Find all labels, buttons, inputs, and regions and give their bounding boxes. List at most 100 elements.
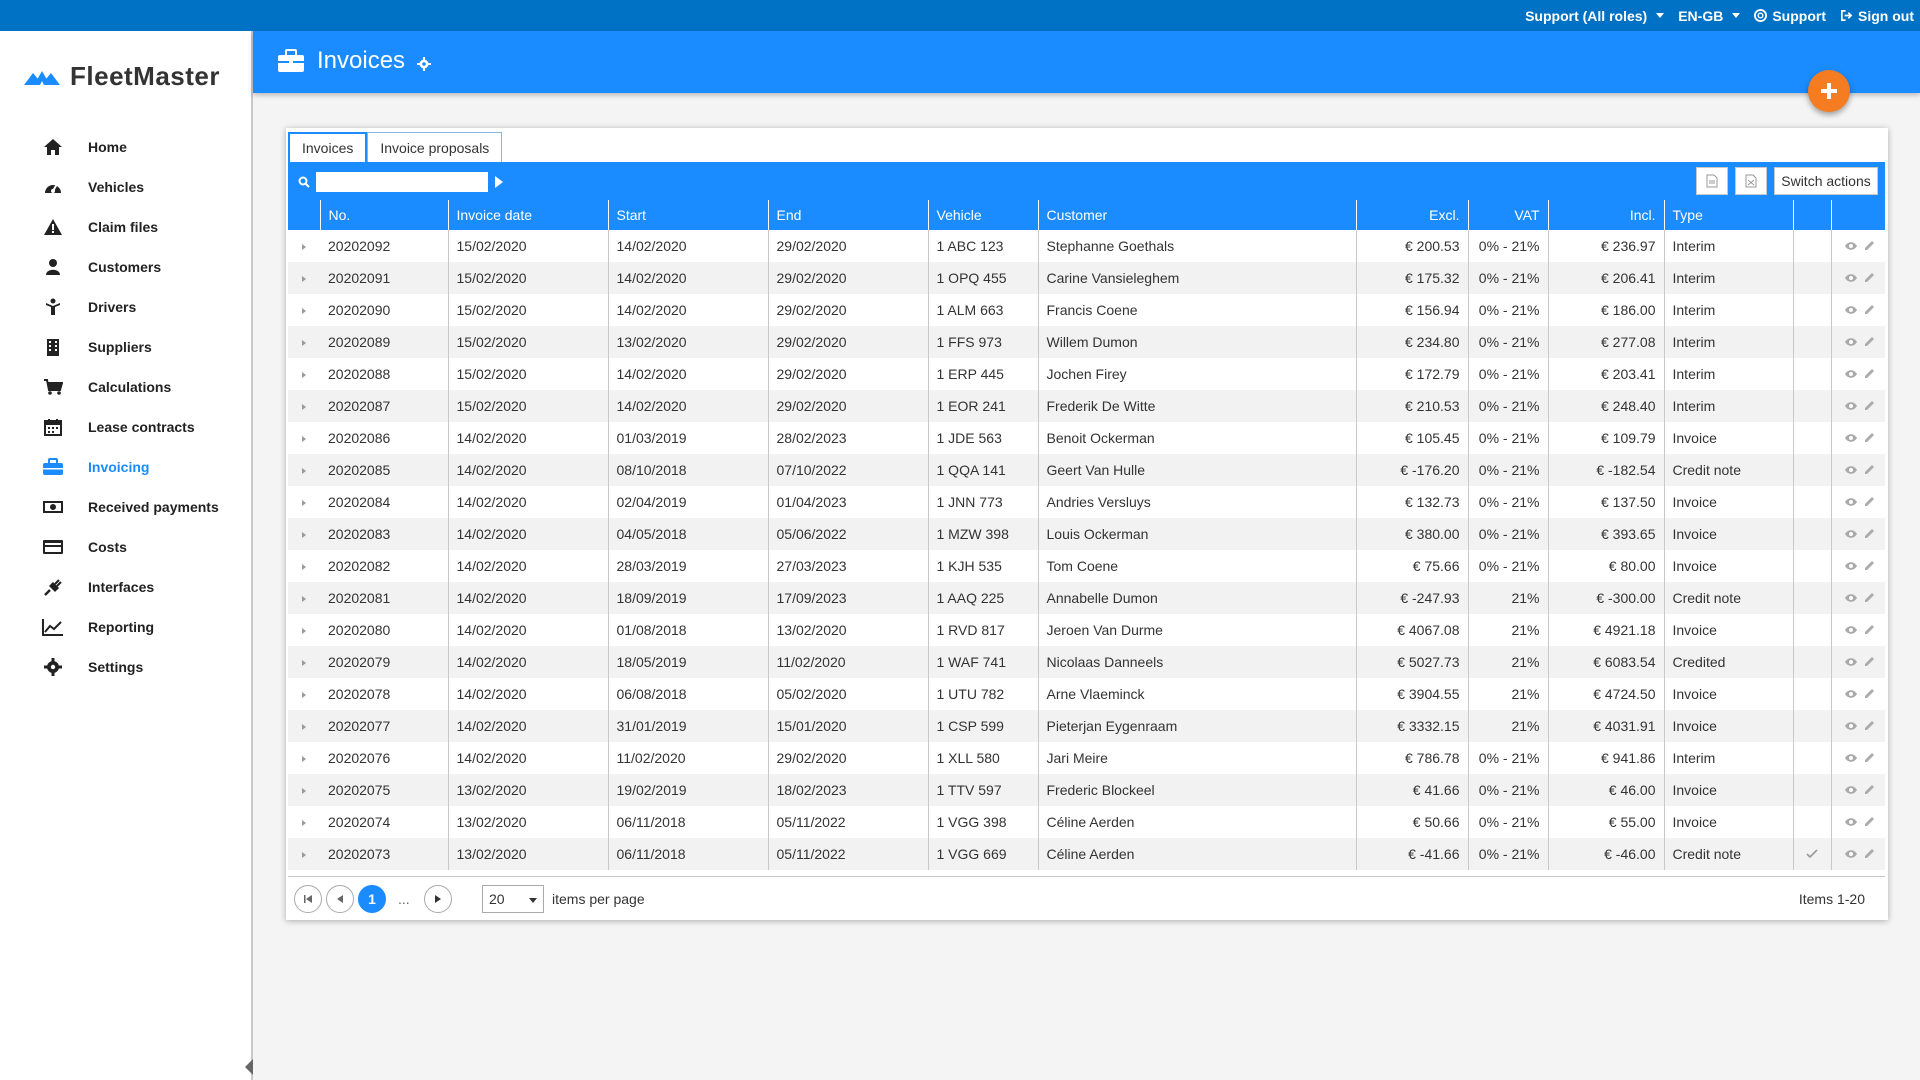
table-row[interactable]: 20202087 15/02/2020 14/02/2020 29/02/2020 1 …: [288, 390, 1885, 422]
table-row[interactable]: 20202086 14/02/2020 01/03/2019 28/02/2023 1 …: [288, 422, 1885, 454]
expand-row-button[interactable]: [288, 838, 320, 870]
column-header-excl[interactable]: Excl.: [1356, 200, 1469, 230]
view-icon[interactable]: [1844, 494, 1858, 510]
table-row[interactable]: 20202085 14/02/2020 08/10/2018 07/10/2022 1 …: [288, 454, 1885, 486]
expand-row-button[interactable]: [288, 262, 320, 294]
tab-invoices[interactable]: Invoices: [288, 132, 368, 162]
edit-icon[interactable]: [1864, 558, 1875, 574]
expand-row-button[interactable]: [288, 326, 320, 358]
view-icon[interactable]: [1844, 846, 1858, 862]
expand-row-button[interactable]: [288, 454, 320, 486]
view-icon[interactable]: [1844, 750, 1858, 766]
sidebar-item-interfaces[interactable]: Interfaces: [0, 567, 251, 607]
edit-icon[interactable]: [1864, 622, 1875, 638]
table-row[interactable]: 20202074 13/02/2020 06/11/2018 05/11/2022 1 …: [288, 806, 1885, 838]
view-icon[interactable]: [1844, 270, 1858, 286]
tab-invoice-proposals[interactable]: Invoice proposals: [367, 132, 503, 162]
language-dropdown[interactable]: EN-GB: [1678, 8, 1741, 24]
sidebar-item-costs[interactable]: Costs: [0, 527, 251, 567]
view-icon[interactable]: [1844, 814, 1858, 830]
edit-icon[interactable]: [1864, 750, 1875, 766]
expand-row-button[interactable]: [288, 774, 320, 806]
search-input[interactable]: [316, 172, 488, 192]
expand-row-button[interactable]: [288, 806, 320, 838]
expand-row-button[interactable]: [288, 422, 320, 454]
sidebar-item-lease-contracts[interactable]: Lease contracts: [0, 407, 251, 447]
expand-row-button[interactable]: [288, 614, 320, 646]
expand-row-button[interactable]: [288, 486, 320, 518]
expand-row-button[interactable]: [288, 710, 320, 742]
expand-row-button[interactable]: [288, 678, 320, 710]
edit-icon[interactable]: [1864, 846, 1875, 862]
sidebar-toggle[interactable]: [243, 1057, 253, 1077]
support-link[interactable]: Support: [1754, 8, 1826, 24]
column-header-customer[interactable]: Customer: [1038, 200, 1357, 230]
next-page-button[interactable]: [424, 885, 452, 913]
view-icon[interactable]: [1844, 526, 1858, 542]
logo[interactable]: FleetMaster: [24, 61, 220, 92]
edit-icon[interactable]: [1864, 654, 1875, 670]
view-icon[interactable]: [1844, 782, 1858, 798]
sidebar-item-drivers[interactable]: Drivers: [0, 287, 251, 327]
export-pdf-button[interactable]: [1696, 167, 1728, 195]
edit-icon[interactable]: [1864, 430, 1875, 446]
page-size-select[interactable]: 20: [482, 885, 544, 913]
page-button-current[interactable]: 1: [358, 885, 386, 913]
table-row[interactable]: 20202091 15/02/2020 14/02/2020 29/02/2020 1 …: [288, 262, 1885, 294]
prev-page-button[interactable]: [326, 885, 354, 913]
sidebar-item-vehicles[interactable]: Vehicles: [0, 167, 251, 207]
table-row[interactable]: 20202082 14/02/2020 28/03/2019 27/03/2023 1 …: [288, 550, 1885, 582]
sidebar-item-customers[interactable]: Customers: [0, 247, 251, 287]
view-icon[interactable]: [1844, 686, 1858, 702]
expand-row-button[interactable]: [288, 390, 320, 422]
edit-icon[interactable]: [1864, 494, 1875, 510]
edit-icon[interactable]: [1864, 462, 1875, 478]
view-icon[interactable]: [1844, 238, 1858, 254]
view-icon[interactable]: [1844, 366, 1858, 382]
expand-row-button[interactable]: [288, 518, 320, 550]
edit-icon[interactable]: [1864, 334, 1875, 350]
table-row[interactable]: 20202083 14/02/2020 04/05/2018 05/06/2022 1 …: [288, 518, 1885, 550]
edit-icon[interactable]: [1864, 238, 1875, 254]
sidebar-item-home[interactable]: Home: [0, 127, 251, 167]
switch-actions-button[interactable]: Switch actions: [1774, 167, 1878, 195]
expand-row-button[interactable]: [288, 742, 320, 774]
sidebar-item-reporting[interactable]: Reporting: [0, 607, 251, 647]
table-row[interactable]: 20202077 14/02/2020 31/01/2019 15/01/2020 1 …: [288, 710, 1885, 742]
expand-row-button[interactable]: [288, 230, 320, 262]
table-row[interactable]: 20202088 15/02/2020 14/02/2020 29/02/2020 1 …: [288, 358, 1885, 390]
view-icon[interactable]: [1844, 558, 1858, 574]
edit-icon[interactable]: [1864, 718, 1875, 734]
edit-icon[interactable]: [1864, 270, 1875, 286]
expand-row-button[interactable]: [288, 294, 320, 326]
column-header-vehicle[interactable]: Vehicle: [928, 200, 1039, 230]
play-icon[interactable]: [494, 175, 504, 189]
table-row[interactable]: 20202081 14/02/2020 18/09/2019 17/09/2023 1 …: [288, 582, 1885, 614]
column-header-no[interactable]: No.: [320, 200, 449, 230]
view-icon[interactable]: [1844, 622, 1858, 638]
add-button[interactable]: [1808, 70, 1850, 112]
view-icon[interactable]: [1844, 590, 1858, 606]
edit-icon[interactable]: [1864, 782, 1875, 798]
view-icon[interactable]: [1844, 398, 1858, 414]
table-row[interactable]: 20202078 14/02/2020 06/08/2018 05/02/2020 1 …: [288, 678, 1885, 710]
sidebar-item-received-payments[interactable]: Received payments: [0, 487, 251, 527]
edit-icon[interactable]: [1864, 590, 1875, 606]
expand-row-button[interactable]: [288, 646, 320, 678]
edit-icon[interactable]: [1864, 302, 1875, 318]
column-header-start[interactable]: Start: [608, 200, 769, 230]
table-row[interactable]: 20202076 14/02/2020 11/02/2020 29/02/2020 1 …: [288, 742, 1885, 774]
role-dropdown[interactable]: Support (All roles): [1525, 8, 1665, 24]
expand-row-button[interactable]: [288, 358, 320, 390]
sidebar-item-settings[interactable]: Settings: [0, 647, 251, 687]
view-icon[interactable]: [1844, 654, 1858, 670]
edit-icon[interactable]: [1864, 398, 1875, 414]
sidebar-item-invoicing[interactable]: Invoicing: [0, 447, 251, 487]
column-header-end[interactable]: End: [768, 200, 929, 230]
first-page-button[interactable]: [294, 885, 322, 913]
table-row[interactable]: 20202075 13/02/2020 19/02/2019 18/02/2023 1 …: [288, 774, 1885, 806]
edit-icon[interactable]: [1864, 366, 1875, 382]
table-row[interactable]: 20202073 13/02/2020 06/11/2018 05/11/2022 1 …: [288, 838, 1885, 870]
gear-icon[interactable]: [417, 57, 432, 71]
sidebar-item-claim-files[interactable]: Claim files: [0, 207, 251, 247]
